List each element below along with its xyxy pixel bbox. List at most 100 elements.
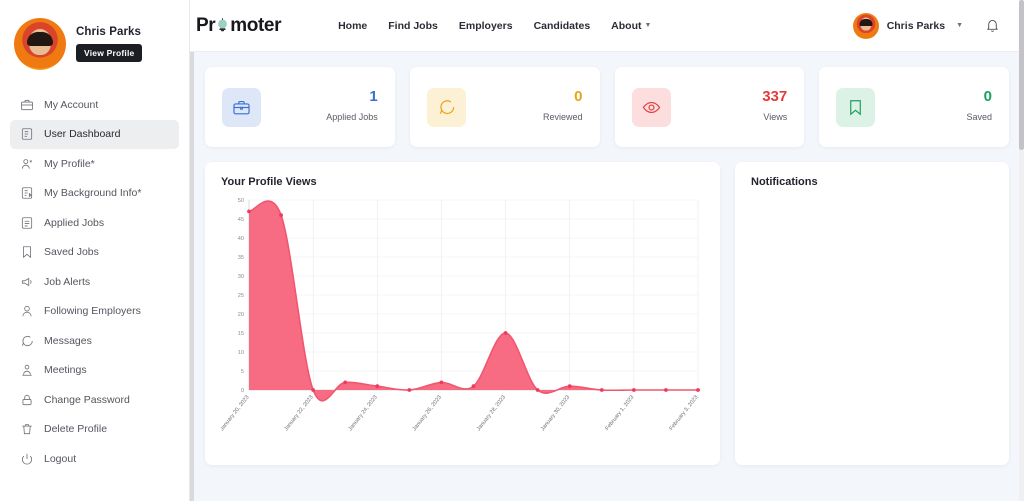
sidebar-item-delete-profile[interactable]: Delete Profile: [10, 415, 179, 444]
svg-text:45: 45: [238, 217, 244, 223]
sidebar-item-user-dashboard[interactable]: User Dashboard: [10, 119, 179, 149]
stat-label: Reviewed: [542, 112, 583, 123]
sidebar-item-job-alerts[interactable]: Job Alerts: [10, 267, 179, 296]
svg-text:January 24, 2023: January 24, 2023: [348, 395, 379, 433]
sidebar-item-applied-jobs[interactable]: Applied Jobs: [10, 208, 179, 237]
person-icon: [19, 304, 34, 319]
sidebar-item-meetings[interactable]: Meetings: [10, 356, 179, 385]
sidebar-nav: My Account User Dashboard My Profile* My…: [0, 90, 189, 473]
stats-row: 1 Applied Jobs 0 Reviewed 337 Views 0 Sa…: [205, 67, 1009, 147]
svg-text:35: 35: [238, 255, 244, 261]
profile-views-chart[interactable]: 0 5 10 15 20 25 30 35 40 45 50 January 20, 2023 Janu…: [221, 194, 704, 452]
sidebar-item-label: Following Employers: [44, 305, 141, 317]
avatar: [852, 12, 879, 39]
stat-value: 1: [369, 87, 378, 105]
view-profile-button[interactable]: View Profile: [76, 44, 143, 62]
svg-text:40: 40: [238, 236, 244, 242]
sidebar-profile: Chris Parks View Profile: [0, 18, 189, 70]
chevron-down-icon: ▼: [644, 22, 652, 30]
stat-label: Views: [763, 112, 788, 123]
svg-text:30: 30: [238, 274, 244, 280]
panels-row: Your Profile Views 0 5 10 15 20 25 30 35 40 45 50 J…: [205, 162, 1009, 465]
trash-icon: [19, 422, 34, 437]
megaphone-icon: [19, 274, 34, 289]
chevron-down-icon: ▼: [956, 22, 963, 29]
sidebar-item-following-employers[interactable]: Following Employers: [10, 297, 179, 326]
sidebar-user-name: Chris Parks: [76, 26, 142, 38]
dashboard-icon: [19, 127, 34, 142]
sidebar-item-change-password[interactable]: Change Password: [10, 385, 179, 414]
lightbulb-icon: [215, 18, 230, 33]
document-edit-icon: [19, 186, 34, 201]
sidebar-item-label: Saved Jobs: [44, 246, 99, 258]
bookmark-icon: [19, 245, 34, 260]
topnav-item-about[interactable]: About ▼: [611, 20, 651, 32]
page-scrollbar-thumb[interactable]: [1019, 0, 1024, 150]
stat-value: 337: [762, 87, 788, 105]
sidebar-item-saved-jobs[interactable]: Saved Jobs: [10, 238, 179, 267]
top-navigation: Home Find Jobs Employers Candidates Abou…: [338, 20, 651, 32]
profile-views-panel: Your Profile Views 0 5 10 15 20 25 30 35 40 45 50 J…: [205, 162, 720, 465]
sidebar-item-messages[interactable]: Messages: [10, 326, 179, 355]
user-menu-name: Chris Parks: [886, 19, 946, 32]
stat-card-reviewed[interactable]: 0 Reviewed: [409, 67, 600, 147]
topnav-item-employers[interactable]: Employers: [459, 20, 513, 32]
page-scrollbar[interactable]: [1019, 0, 1024, 501]
topnav-item-label: About: [611, 19, 642, 32]
sidebar-item-label: Logout: [44, 452, 77, 465]
chat-bubble-icon: [426, 87, 466, 127]
topnav-item-find-jobs[interactable]: Find Jobs: [388, 20, 438, 32]
sidebar-item-my-profile[interactable]: My Profile*: [10, 149, 179, 178]
sidebar-item-label: Change Password: [44, 393, 130, 406]
sidebar-item-label: My Account: [44, 98, 99, 111]
chat-icon: [19, 333, 34, 348]
stat-value: 0: [983, 87, 992, 105]
svg-text:February 3, 2023: February 3, 2023: [669, 395, 700, 432]
notifications-panel: Notifications: [735, 162, 1009, 465]
stat-label: Saved: [966, 112, 992, 123]
svg-text:50: 50: [238, 198, 244, 204]
stat-label: Applied Jobs: [326, 112, 378, 123]
dashboard-main: 1 Applied Jobs 0 Reviewed 337 Views 0 Sa…: [190, 52, 1024, 501]
svg-text:January 20, 2023: January 20, 2023: [221, 395, 251, 433]
sidebar-item-logout[interactable]: Logout: [10, 444, 179, 473]
briefcase-icon: [19, 97, 34, 112]
panel-title: Notifications: [751, 176, 818, 188]
meeting-icon: [19, 363, 34, 378]
sidebar-item-label: Messages: [44, 334, 92, 347]
svg-text:January 22, 2023: January 22, 2023: [283, 395, 314, 433]
sidebar-item-my-background-info[interactable]: My Background Info*: [10, 179, 179, 208]
svg-text:February 1, 2023: February 1, 2023: [604, 395, 635, 432]
stat-card-saved[interactable]: 0 Saved: [819, 67, 1009, 147]
sidebar-item-label: Applied Jobs: [44, 216, 105, 229]
sidebar-item-my-account[interactable]: My Account: [10, 90, 179, 119]
sidebar-item-label: Meetings: [44, 364, 87, 376]
bell-icon[interactable]: [985, 18, 1000, 33]
sidebar-item-label: Job Alerts: [44, 275, 91, 288]
stat-card-views[interactable]: 337 Views: [614, 67, 805, 147]
svg-text:15: 15: [238, 331, 244, 337]
content-area: Pr moter Home Find Jobs Employers Candid…: [190, 0, 1024, 501]
app-root: Chris Parks View Profile My Account User…: [0, 0, 1024, 501]
svg-text:January 30, 2023: January 30, 2023: [540, 395, 571, 433]
brand-logo[interactable]: Pr moter: [196, 15, 281, 37]
lock-icon: [19, 392, 34, 407]
power-icon: [19, 451, 34, 466]
chart-svg: 0 5 10 15 20 25 30 35 40 45 50 January 20, 2023 Janu…: [221, 198, 700, 433]
svg-text:0: 0: [241, 388, 244, 394]
topbar: Pr moter Home Find Jobs Employers Candid…: [190, 0, 1024, 52]
svg-text:20: 20: [238, 312, 244, 318]
topnav-item-home[interactable]: Home: [338, 20, 367, 32]
user-menu[interactable]: Chris Parks ▼: [852, 12, 963, 39]
stat-card-applied-jobs[interactable]: 1 Applied Jobs: [205, 67, 395, 147]
stat-value: 0: [574, 87, 583, 105]
topnav-item-candidates[interactable]: Candidates: [534, 20, 591, 32]
sidebar-item-label: User Dashboard: [44, 128, 121, 140]
eye-icon: [631, 87, 671, 127]
content-left-edge: [190, 52, 194, 501]
svg-text:January 26, 2023: January 26, 2023: [412, 395, 443, 433]
sidebar-item-label: My Background Info*: [44, 187, 142, 199]
sidebar: Chris Parks View Profile My Account User…: [0, 0, 190, 501]
user-icon: [19, 156, 34, 171]
svg-text:25: 25: [238, 293, 244, 299]
